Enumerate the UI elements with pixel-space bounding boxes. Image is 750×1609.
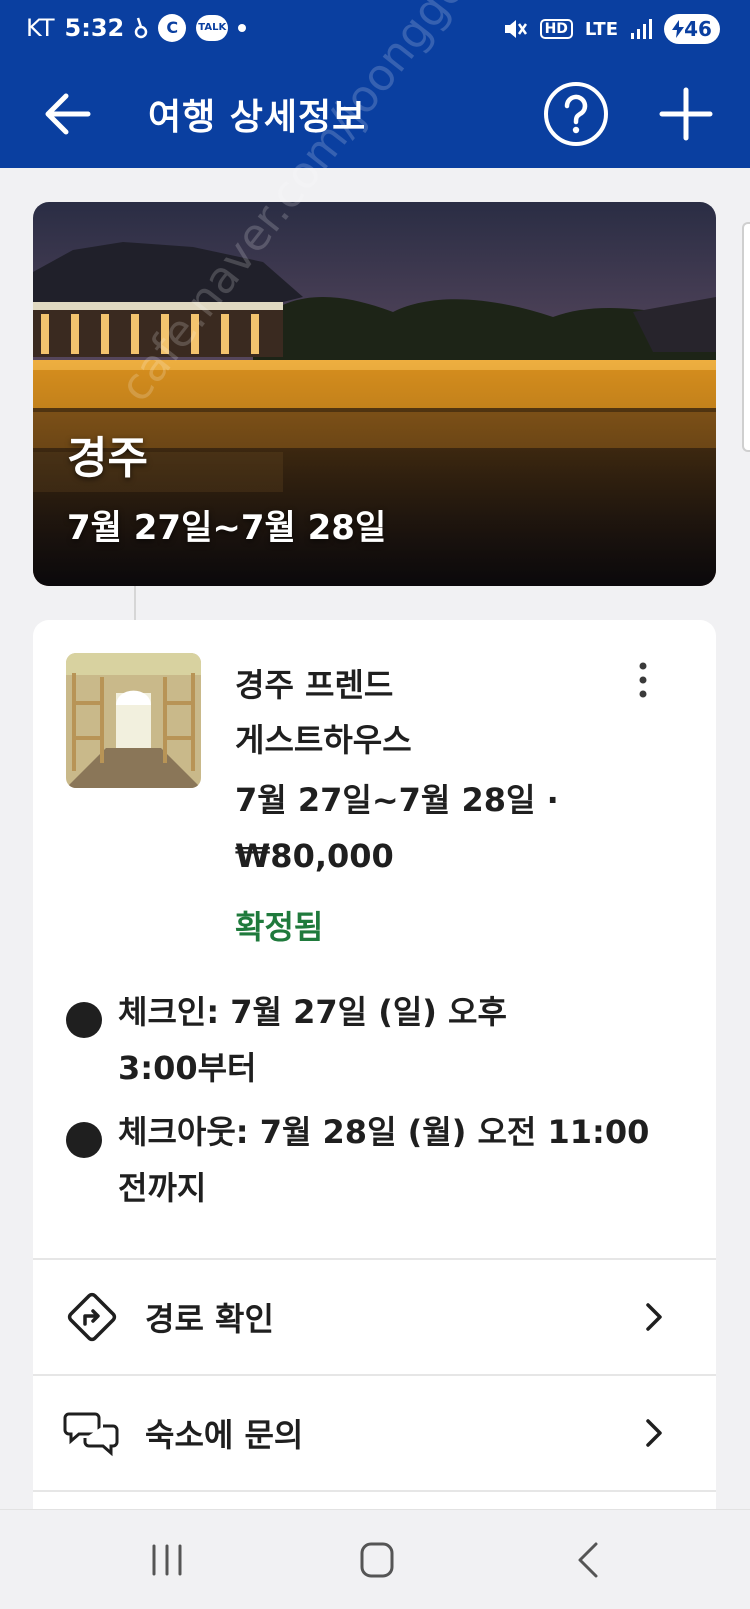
trip-dates: 7월 27일~7월 28일 (67, 508, 387, 548)
hd-label: HD (539, 19, 573, 39)
add-icon[interactable] (652, 80, 720, 148)
lodging-photo (66, 653, 201, 788)
status-bar: KT 5:32 C TALK HD LTE 46 (0, 0, 750, 62)
system-nav-bar (0, 1509, 750, 1609)
clock: 5:32 (64, 14, 125, 42)
app-badge-icon: C (158, 14, 187, 42)
chevron-right-icon (646, 1419, 662, 1447)
home-icon[interactable] (354, 1540, 400, 1580)
bullet-icon (66, 1122, 102, 1158)
trip-hero-card[interactable]: 경주 7월 27일~7월 28일 (33, 202, 716, 586)
notification-icon (135, 17, 148, 39)
help-icon[interactable] (542, 80, 610, 148)
app-bar: 여행 상세정보 (0, 62, 750, 168)
lodging-name[interactable]: 경주 프렌드 게스트하우스 (235, 658, 615, 768)
system-back-icon[interactable] (566, 1540, 612, 1580)
booking-status-badge: 확정됨 (235, 908, 324, 946)
lodging-thumbnail[interactable] (66, 653, 201, 788)
battery-level: 46 (684, 17, 712, 41)
back-arrow-icon[interactable] (40, 86, 96, 142)
stay-dates-price: 7월 27일~7월 28일 · ₩80,000 (235, 781, 559, 875)
checkin-text: 체크인: 7월 27일 (일) 오후 3:00부터 (118, 993, 507, 1087)
mute-icon (504, 20, 527, 38)
network-label: LTE (584, 18, 618, 40)
directions-icon (67, 1292, 117, 1342)
divider (33, 1490, 716, 1492)
recent-apps-icon[interactable] (144, 1540, 190, 1580)
carrier-label: KT (26, 14, 55, 42)
directions-label: 경로 확인 (145, 1300, 274, 1338)
bullet-icon (66, 1002, 102, 1038)
trip-city: 경주 (67, 433, 148, 484)
contact-lodging-row[interactable]: 숙소에 문의 (33, 1376, 716, 1490)
chat-bubbles-icon (63, 1412, 119, 1457)
directions-row[interactable]: 경로 확인 (33, 1260, 716, 1374)
checkout-info: 체크아웃: 7월 28일 (월) 오전 11:00 전까지 (66, 1104, 686, 1216)
checkin-info: 체크인: 7월 27일 (일) 오후 3:00부터 (66, 984, 686, 1096)
talk-badge-icon: TALK (196, 15, 229, 41)
signal-icon (631, 19, 652, 39)
chevron-right-icon (646, 1303, 662, 1331)
page-title: 여행 상세정보 (148, 97, 367, 138)
more-options-icon[interactable] (633, 660, 653, 700)
contact-label: 숙소에 문의 (145, 1416, 304, 1454)
more-notifications-dot (238, 24, 247, 32)
checkout-text: 체크아웃: 7월 28일 (월) 오전 11:00 전까지 (118, 1113, 650, 1207)
timeline-connector (134, 586, 136, 620)
charging-bolt-icon (672, 20, 685, 38)
battery-indicator: 46 (664, 14, 720, 44)
booking-card: 경주 프렌드 게스트하우스 7월 27일~7월 28일 · ₩80,000 확정… (33, 620, 716, 1609)
side-scroll-handle[interactable] (742, 222, 750, 452)
